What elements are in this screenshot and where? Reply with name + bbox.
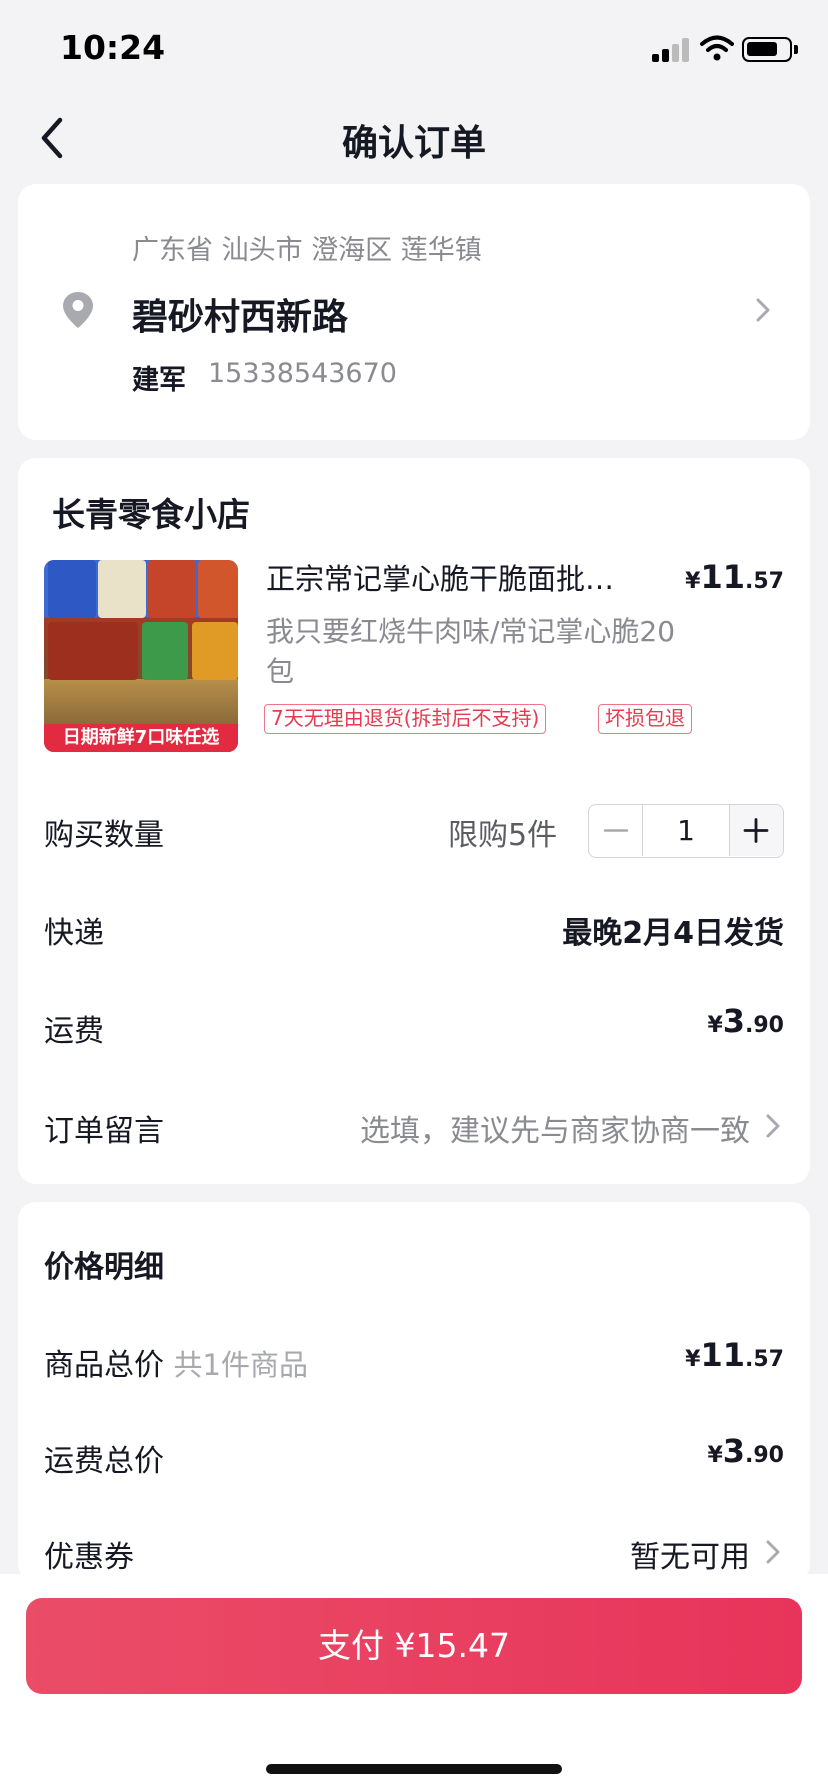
product-title[interactable]: 正宗常记掌心脆干脆面批… [266,556,656,598]
product-image-banner: 日期新鲜7口味任选 [44,724,238,752]
status-bar: 10:24 [0,0,828,96]
recipient-phone: 15338543670 [208,358,397,389]
goods-total-value: ¥11.57 [685,1336,784,1374]
minus-icon [603,829,629,832]
shop-name[interactable]: 长青零食小店 [52,488,250,536]
price-detail-card: 价格明细 商品总价 共1件商品 ¥11.57 运费总价 ¥3.90 优惠券 暂无… [18,1202,810,1582]
plus-icon [743,818,769,843]
chevron-right-icon [766,1114,780,1138]
product-image[interactable]: 日期新鲜7口味任选 [44,560,238,752]
pay-button[interactable]: 支付 ¥15.47 [26,1598,802,1694]
address-street: 碧砂村西新路 [132,297,349,338]
goods-count-hint: 共1件商品 [173,1348,308,1382]
quantity-label: 购买数量 [44,818,164,853]
quantity-limit: 限购5件 [448,818,558,853]
address-region: 广东省 汕头市 澄海区 莲华镇 [132,235,482,266]
quantity-stepper: 1 [588,804,784,858]
freight-label: 运费 [44,1014,104,1049]
goods-total-label: 商品总价 共1件商品 [44,1348,308,1383]
coupon-label: 优惠券 [44,1540,134,1575]
product-price: ¥11.57 [685,558,784,596]
order-note-input[interactable]: 选填，建议先与商家协商一致 [360,1106,750,1150]
damage-refund-tag: 坏损包退 [598,704,692,734]
increase-button[interactable] [729,805,783,856]
chevron-right-icon [766,1540,780,1564]
freight-value: ¥3.90 [707,1002,784,1040]
address-card[interactable]: 广东省 汕头市 澄海区 莲华镇 碧砂村西新路 建军 15338543670 [18,184,810,440]
return-policy-tag: 7天无理由退货(拆封后不支持) [264,704,547,734]
quantity-value[interactable]: 1 [643,805,729,856]
order-note-label: 订单留言 [44,1114,164,1149]
page-title: 确认订单 [341,123,486,164]
price-detail-heading: 价格明细 [44,1250,164,1285]
coupon-value[interactable]: 暂无可用 [630,1532,750,1576]
nav-bar: 确认订单 [0,96,828,180]
bottom-bar: 支付 ¥15.47 [0,1574,828,1792]
chevron-right-icon [756,298,770,322]
wifi-icon [700,35,734,61]
home-indicator [266,1764,562,1774]
freight-total-label: 运费总价 [44,1444,164,1479]
signal-icon [652,38,690,62]
status-time: 10:24 [60,28,166,67]
location-pin-icon [63,292,93,328]
shipping-value: 最晚2月4日发货 [562,916,784,951]
battery-icon [742,37,792,62]
freight-total-value: ¥3.90 [707,1432,784,1470]
decrease-button[interactable] [589,805,643,856]
recipient-name: 建军 [132,365,186,396]
shipping-label: 快递 [44,916,104,951]
product-spec: 我只要红烧牛肉味/常记掌心脆20包 [266,615,676,688]
order-card: 长青零食小店 日期新鲜7口味任选 正宗常记掌心脆干脆面批… ¥11.57 我只要… [18,458,810,1184]
battery-tip [794,45,798,54]
